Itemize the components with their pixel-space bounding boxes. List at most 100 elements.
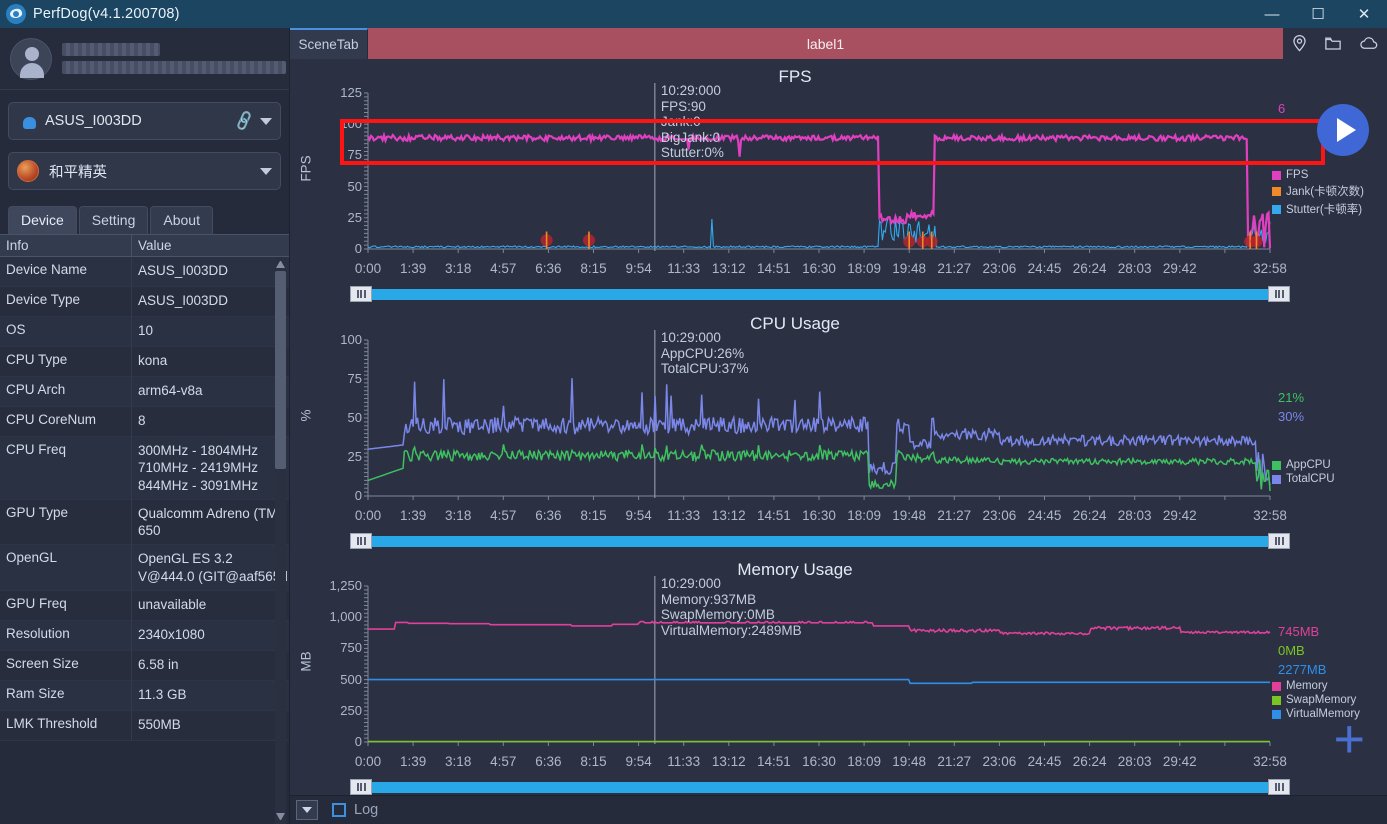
- table-row[interactable]: OpenGLOpenGL ES 3.2 V@444.0 (GIT@aaf565d: [0, 545, 289, 591]
- table-row[interactable]: Resolution2340x1080: [0, 621, 289, 651]
- sidebar-tabs: Device Setting About: [0, 206, 289, 234]
- table-row[interactable]: OS10: [0, 317, 289, 347]
- table-cell-value: 11.3 GB: [132, 681, 289, 710]
- location-pin-icon[interactable]: [1290, 34, 1309, 53]
- range-slider-bar[interactable]: [372, 782, 1268, 793]
- table-cell-value: arm64-v8a: [132, 377, 289, 406]
- series-current-value: 21%: [1278, 390, 1304, 405]
- table-row[interactable]: LMK Threshold550MB: [0, 711, 289, 741]
- table-cell-info: Device Type: [0, 287, 132, 316]
- scroll-up-icon[interactable]: [276, 259, 285, 268]
- table-row[interactable]: CPU CoreNum8: [0, 407, 289, 437]
- legend-swatch: [1272, 461, 1281, 470]
- game-app-icon: [17, 160, 39, 182]
- scrollbar-thumb[interactable]: [275, 271, 286, 469]
- legend-item[interactable]: FPS: [1272, 169, 1364, 181]
- chart-cpu: CPU Usage0255075100%0:001:393:184:576:36…: [290, 306, 1387, 553]
- minimize-button[interactable]: —: [1249, 0, 1295, 28]
- range-slider-left-handle[interactable]: [350, 286, 372, 302]
- table-cell-info: GPU Freq: [0, 591, 132, 620]
- table-cell-info: OS: [0, 317, 132, 346]
- tooltip-line: Stutter:0%: [661, 145, 724, 161]
- table-row[interactable]: Screen Size6.58 in: [0, 651, 289, 681]
- tooltip-line: Jank:0: [661, 114, 724, 130]
- tooltip-line: SwapMemory:0MB: [661, 607, 802, 623]
- table-row[interactable]: Ram Size11.3 GB: [0, 681, 289, 711]
- chart-legend: AppCPU TotalCPU: [1272, 459, 1335, 487]
- chevron-down-icon: [302, 807, 312, 813]
- play-button[interactable]: [1317, 104, 1369, 156]
- series-current-value: 745MB: [1278, 624, 1319, 639]
- range-slider-bar[interactable]: [372, 289, 1268, 300]
- tooltip-line: VirtualMemory:2489MB: [661, 623, 802, 639]
- info-table-wrapper: Device NameASUS_I003DDDevice TypeASUS_I0…: [0, 257, 289, 824]
- legend-item[interactable]: Memory: [1272, 680, 1360, 692]
- cloud-icon[interactable]: [1358, 34, 1380, 53]
- legend-item[interactable]: TotalCPU: [1272, 473, 1335, 485]
- close-button[interactable]: ✕: [1341, 0, 1387, 28]
- table-cell-value: OpenGL ES 3.2 V@444.0 (GIT@aaf565d: [132, 545, 289, 590]
- account-name-redacted: [62, 43, 160, 56]
- legend-label: SwapMemory: [1286, 694, 1356, 706]
- table-cell-value: 2340x1080: [132, 621, 289, 650]
- range-slider-left-handle[interactable]: [350, 779, 372, 795]
- range-slider-right-handle[interactable]: [1268, 533, 1290, 549]
- account-details: [62, 43, 286, 74]
- chart-range-slider[interactable]: [350, 534, 1290, 548]
- legend-item[interactable]: Jank(卡顿次数): [1272, 183, 1364, 199]
- legend-swatch: [1272, 682, 1281, 691]
- tab-device[interactable]: Device: [8, 206, 77, 234]
- table-row[interactable]: GPU TypeQualcomm Adreno (TM) 650: [0, 500, 289, 546]
- table-row[interactable]: Device NameASUS_I003DD: [0, 257, 289, 287]
- legend-item[interactable]: SwapMemory: [1272, 694, 1360, 706]
- add-chart-button[interactable]: +: [1333, 719, 1365, 759]
- toolbar-icons: [1283, 28, 1387, 59]
- log-checkbox[interactable]: [332, 803, 346, 817]
- column-header-value: Value: [132, 235, 289, 256]
- folder-icon[interactable]: [1323, 34, 1343, 53]
- table-cell-value: ASUS_I003DD: [132, 287, 289, 316]
- device-selector-value: ASUS_I003DD: [45, 113, 235, 129]
- device-selector[interactable]: ASUS_I003DD 🔗: [8, 102, 281, 140]
- range-slider-bar[interactable]: [372, 536, 1268, 547]
- legend-label: Stutter(卡顿率): [1286, 201, 1362, 217]
- status-bar: Log: [290, 795, 1387, 824]
- maximize-button[interactable]: ☐: [1295, 0, 1341, 28]
- tooltip-time: 10:29:000: [661, 83, 724, 99]
- scene-toolbar: SceneTab label1: [290, 28, 1387, 59]
- legend-label: Jank(卡顿次数): [1286, 183, 1364, 199]
- legend-label: AppCPU: [1286, 459, 1331, 471]
- table-cell-info: CPU Type: [0, 347, 132, 376]
- table-row[interactable]: GPU Frequnavailable: [0, 591, 289, 621]
- legend-item[interactable]: AppCPU: [1272, 459, 1335, 471]
- chart-range-slider[interactable]: [350, 287, 1290, 301]
- table-row[interactable]: CPU Typekona: [0, 347, 289, 377]
- app-selector[interactable]: 和平精英: [8, 152, 281, 190]
- table-cell-info: Resolution: [0, 621, 132, 650]
- table-row[interactable]: CPU Archarm64-v8a: [0, 377, 289, 407]
- table-row[interactable]: Device TypeASUS_I003DD: [0, 287, 289, 317]
- chart-range-slider[interactable]: [350, 780, 1290, 794]
- tooltip-line: Memory:937MB: [661, 592, 802, 608]
- scene-label-bar[interactable]: label1: [368, 28, 1283, 59]
- legend-item[interactable]: Stutter(卡顿率): [1272, 201, 1364, 217]
- tab-setting[interactable]: Setting: [79, 206, 149, 234]
- usb-link-icon[interactable]: 🔗: [233, 109, 257, 132]
- table-cell-info: Device Name: [0, 257, 132, 286]
- legend-swatch: [1272, 171, 1281, 180]
- tab-about[interactable]: About: [150, 206, 213, 234]
- scene-tab[interactable]: SceneTab: [290, 28, 368, 59]
- range-slider-left-handle[interactable]: [350, 533, 372, 549]
- info-table-scrollbar[interactable]: [275, 257, 286, 824]
- chart-tooltip: 10:29:000FPS:90Jank:0BigJank:0Stutter:0%: [661, 83, 724, 161]
- range-slider-right-handle[interactable]: [1268, 779, 1290, 795]
- chart-plot-cpu: [290, 306, 1387, 553]
- user-avatar-icon[interactable]: [10, 38, 52, 80]
- statusbar-dropdown-button[interactable]: [296, 800, 318, 820]
- tooltip-time: 10:29:000: [661, 576, 802, 592]
- range-slider-right-handle[interactable]: [1268, 286, 1290, 302]
- chart-tooltip: 10:29:000AppCPU:26%TotalCPU:37%: [661, 330, 749, 377]
- table-row[interactable]: CPU Freq300MHz - 1804MHz 710MHz - 2419MH…: [0, 437, 289, 500]
- scroll-down-icon[interactable]: [276, 813, 285, 822]
- legend-label: TotalCPU: [1286, 473, 1335, 485]
